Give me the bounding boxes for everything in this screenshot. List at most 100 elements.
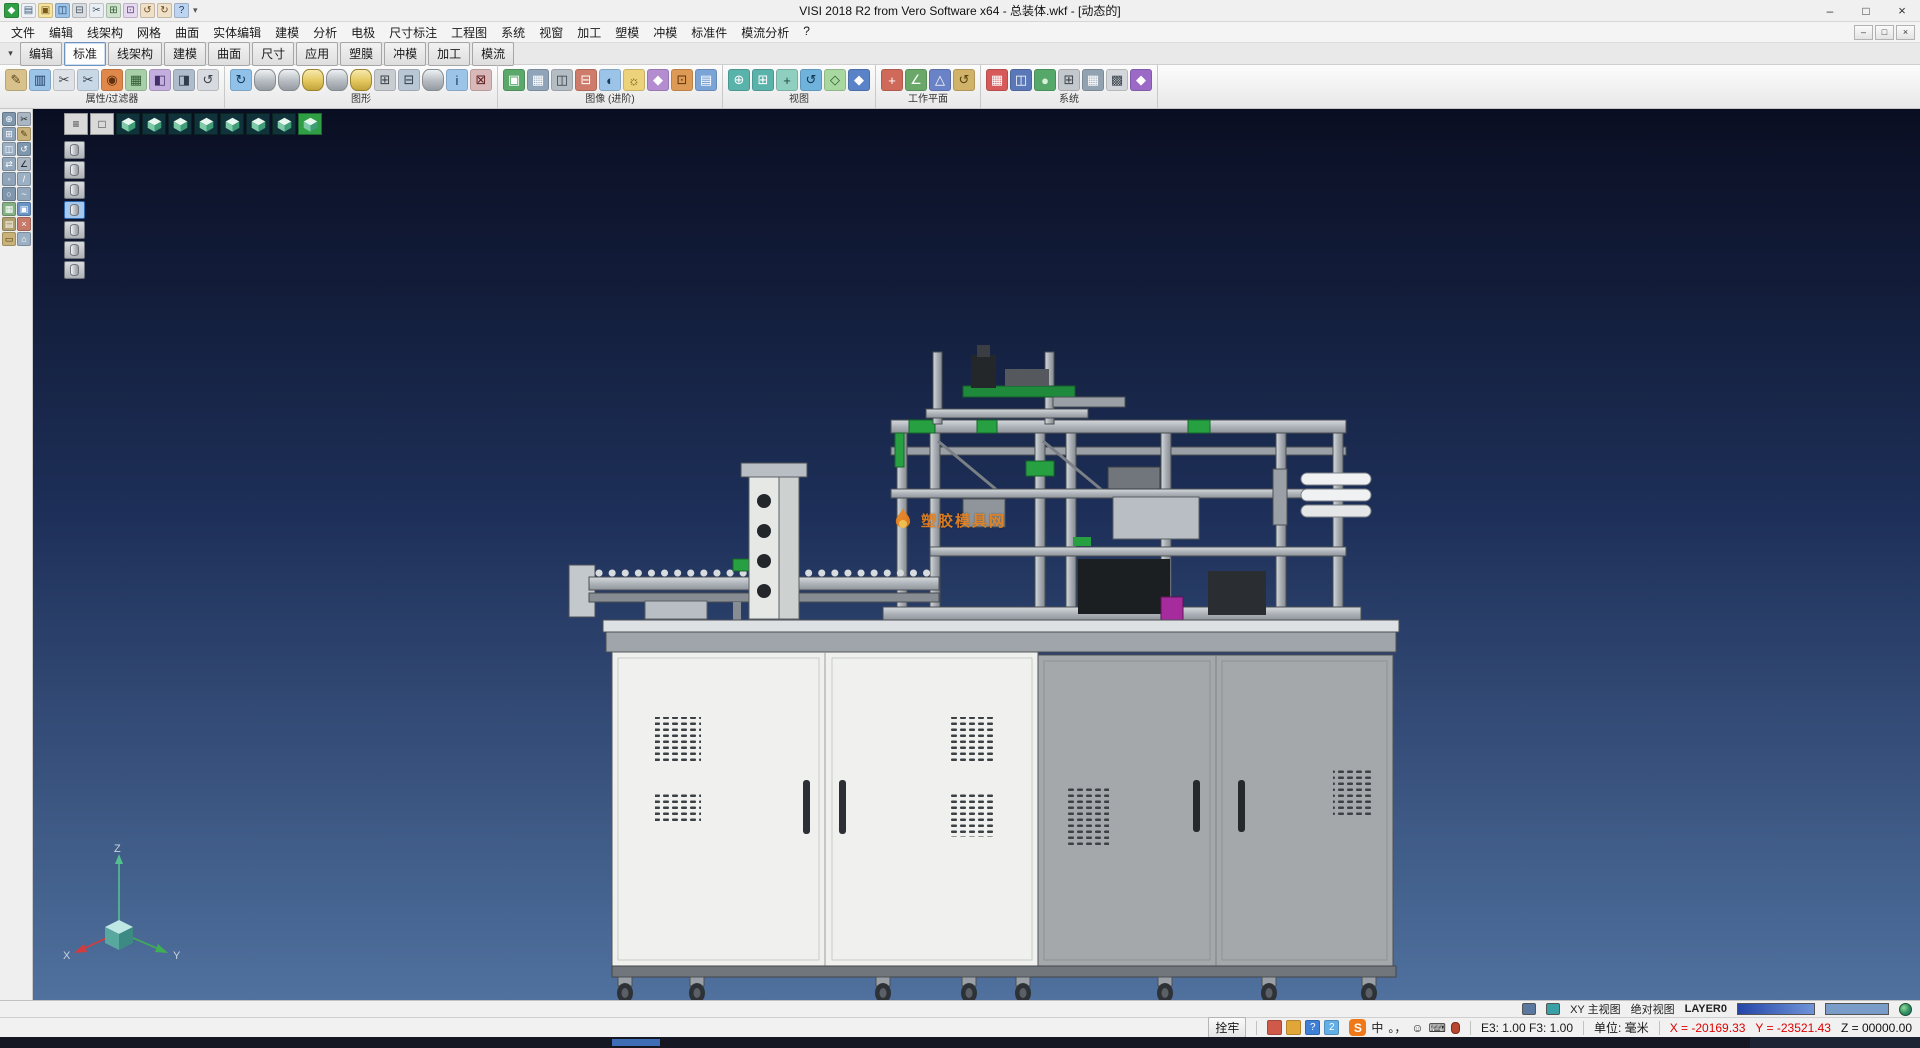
close-button[interactable]: × (1884, 0, 1920, 21)
new-file-icon[interactable]: ▤ (21, 3, 36, 18)
lock-button[interactable]: 拴牢 (1208, 1017, 1246, 1038)
menu-item[interactable]: 视窗 (532, 22, 570, 43)
hatch-settings-icon[interactable]: ▩ (1106, 69, 1128, 91)
show-annotations-icon[interactable] (64, 261, 85, 279)
menu-item[interactable]: 塑模 (608, 22, 646, 43)
isometric-view-icon[interactable]: ◆ (848, 69, 870, 91)
help-tray-icon[interactable]: ? (1305, 1020, 1320, 1035)
view-top-icon[interactable] (116, 113, 140, 135)
tab-item[interactable]: 曲面 (208, 42, 250, 66)
shaded-view-icon[interactable]: ▣ (503, 69, 525, 91)
absolute-view-label[interactable]: 绝对视图 (1631, 1001, 1675, 1017)
redo-icon[interactable]: ↻ (157, 3, 172, 18)
workplane-reset-icon[interactable]: ↺ (953, 69, 975, 91)
tab-item[interactable]: 应用 (296, 42, 338, 66)
selection-color-bar[interactable] (1825, 1003, 1889, 1015)
color-settings-icon[interactable]: ▦ (986, 69, 1008, 91)
layer-filter-icon[interactable]: ▦ (125, 69, 147, 91)
magnet-filter-icon[interactable]: ◉ (101, 69, 123, 91)
app-tray-icon-1[interactable] (1267, 1020, 1282, 1035)
element-filter-icon[interactable]: ◧ (149, 69, 171, 91)
layers-panel-icon[interactable]: ▤ (2, 217, 16, 231)
menu-item[interactable]: 曲面 (168, 22, 206, 43)
entity-list-icon[interactable] (278, 69, 300, 91)
circle-tool-icon[interactable]: ○ (2, 187, 16, 201)
display-settings-icon[interactable]: ◫ (1010, 69, 1032, 91)
print-icon[interactable]: ⊟ (72, 3, 87, 18)
view-bottom-icon[interactable] (246, 113, 270, 135)
app-tray-icon-2[interactable] (1286, 1020, 1301, 1035)
taskbar-app-chip[interactable] (612, 1039, 660, 1046)
show-points-icon[interactable] (64, 161, 85, 179)
curve-tool-icon[interactable]: ~ (17, 187, 31, 201)
menu-item[interactable]: 模流分析 (734, 22, 796, 43)
trim-elements-icon[interactable]: ✂ (77, 69, 99, 91)
tab-item[interactable]: 模流 (472, 42, 514, 66)
tab-item[interactable]: 标准 (64, 42, 106, 66)
view-right-icon[interactable] (168, 113, 192, 135)
mdi-restore-button[interactable]: □ (1875, 25, 1894, 40)
entity-store-icon[interactable] (326, 69, 348, 91)
tab-item[interactable]: 塑膜 (340, 42, 382, 66)
view-shaded-iso-icon[interactable] (298, 113, 322, 135)
workplane-origin-icon[interactable]: + (881, 69, 903, 91)
view-mode-icon[interactable] (1546, 1003, 1560, 1015)
entity-purge-icon[interactable]: ⊠ (470, 69, 492, 91)
zoom-select-icon[interactable]: ⊕ (2, 112, 16, 126)
menu-item[interactable]: 建模 (268, 22, 306, 43)
show-wireframe-icon[interactable] (64, 181, 85, 199)
show-solids-icon[interactable] (64, 201, 85, 219)
visi-logo-icon[interactable]: ◆ (4, 3, 19, 18)
tab-dropdown-button[interactable]: ▾ (3, 48, 18, 59)
open-file-icon[interactable]: ▣ (38, 3, 53, 18)
grid-snap-icon[interactable]: ⊞ (1058, 69, 1080, 91)
menu-item[interactable]: 线架构 (80, 22, 130, 43)
measure-tool-icon[interactable]: ∠ (17, 157, 31, 171)
section-view-icon[interactable]: ⊟ (575, 69, 597, 91)
tab-item[interactable]: 建模 (164, 42, 206, 66)
view-list-icon[interactable]: ≡ (64, 113, 88, 135)
surface-tool-icon[interactable]: ▦ (2, 202, 16, 216)
workplane-align-icon[interactable]: ∠ (905, 69, 927, 91)
entity-highlight-icon[interactable] (302, 69, 324, 91)
menu-item[interactable]: 网格 (130, 22, 168, 43)
menu-item[interactable]: 文件 (4, 22, 42, 43)
copy-icon[interactable]: ⊞ (106, 3, 121, 18)
screen-icon[interactable] (1522, 1003, 1536, 1015)
rotate-tool-icon[interactable]: ↺ (17, 142, 31, 156)
view-left-icon[interactable] (194, 113, 218, 135)
annotation-icon[interactable]: ▭ (2, 232, 16, 246)
mask-filter-icon[interactable]: ◨ (173, 69, 195, 91)
rotate-view-icon[interactable]: ↺ (800, 69, 822, 91)
menu-item[interactable]: 实体编辑 (206, 22, 268, 43)
menu-item[interactable]: 电极 (344, 22, 382, 43)
cut-elements-icon[interactable]: ✂ (53, 69, 75, 91)
translate-tool-icon[interactable]: ⇄ (2, 157, 16, 171)
zoom-window-icon[interactable]: ⊞ (752, 69, 774, 91)
ime-language-toggle[interactable]: 中 (1371, 1019, 1383, 1036)
line-tool-icon[interactable]: / (17, 172, 31, 186)
view-back-icon[interactable] (220, 113, 244, 135)
mdi-minimize-button[interactable]: – (1854, 25, 1873, 40)
menu-item[interactable]: 加工 (570, 22, 608, 43)
world-icon[interactable]: ● (1034, 69, 1056, 91)
current-layer-label[interactable]: LAYER0 (1685, 1003, 1727, 1015)
calculator-icon[interactable]: ▦ (1082, 69, 1104, 91)
menu-item[interactable]: 编辑 (42, 22, 80, 43)
render-settings-icon[interactable]: ◆ (1130, 69, 1152, 91)
menu-item[interactable]: 分析 (306, 22, 344, 43)
maximize-button[interactable]: □ (1848, 0, 1884, 21)
snap-grid-icon[interactable]: ⊞ (2, 127, 16, 141)
show-planes-icon[interactable] (64, 241, 85, 259)
menu-item[interactable]: 冲模 (646, 22, 684, 43)
lighting-icon[interactable]: ☼ (623, 69, 645, 91)
ime-punctuation-toggle[interactable]: 。， (1388, 1019, 1406, 1036)
material-icon[interactable]: ◆ (647, 69, 669, 91)
entity-box-icon[interactable]: ⊞ (374, 69, 396, 91)
windows-taskbar[interactable] (0, 1037, 1920, 1048)
entity-restore-icon[interactable] (350, 69, 372, 91)
sogou-icon[interactable]: S (1349, 1019, 1366, 1036)
minimize-button[interactable]: – (1812, 0, 1848, 21)
view-iso-icon[interactable] (272, 113, 296, 135)
workplane-3point-icon[interactable]: △ (929, 69, 951, 91)
